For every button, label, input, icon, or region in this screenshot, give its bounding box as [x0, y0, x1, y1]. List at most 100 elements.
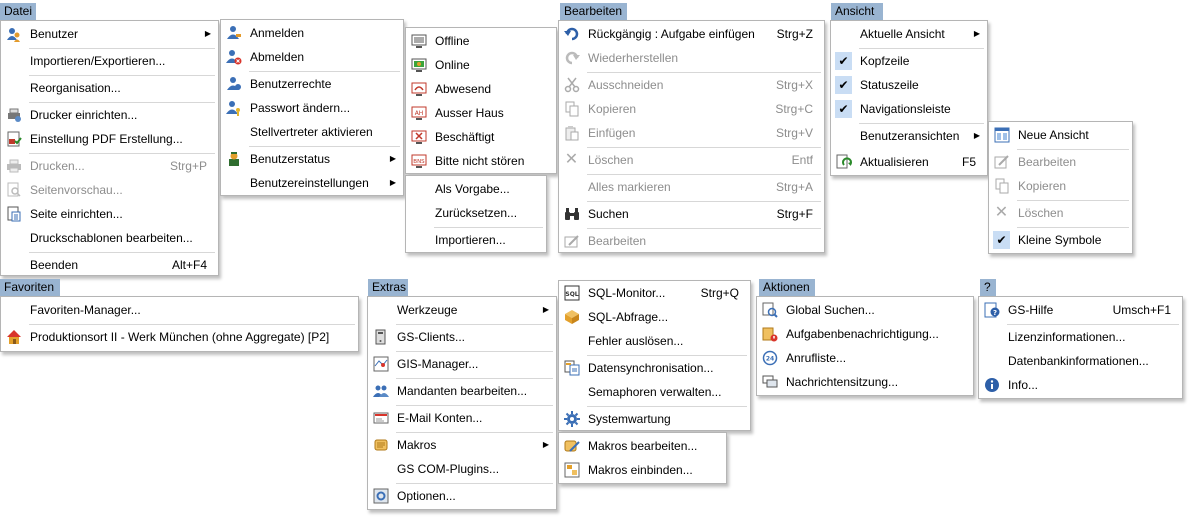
menu-item-gs-hilfe[interactable]: ? GS-Hilfe Umsch+F1	[979, 298, 1182, 322]
menu-item-einstellungen-importieren[interactable]: Importieren...	[406, 228, 546, 252]
menu-header-favoriten[interactable]: Favoriten	[0, 279, 60, 296]
submenu-benutzeransichten: Neue Ansicht Bearbeiten Kopieren ✕ Lösch…	[988, 121, 1133, 254]
menu-item-makros-einbinden[interactable]: Makros einbinden...	[559, 458, 726, 482]
menu-item-druckschablonen[interactable]: Druckschablonen bearbeiten...	[1, 226, 218, 250]
menu-item-zuruecksetzen[interactable]: Zurücksetzen...	[406, 201, 546, 225]
menu-item-suchen[interactable]: Suchen Strg+F	[559, 202, 824, 226]
menu-item-drucker[interactable]: Drucker einrichten...	[1, 103, 218, 127]
menu-item-als-vorgabe[interactable]: Als Vorgabe...	[406, 177, 546, 201]
menu-header-ansicht[interactable]: Ansicht	[831, 3, 883, 20]
menu-item-gs-clients[interactable]: GS-Clients...	[368, 325, 556, 349]
menu-item-email-konten[interactable]: E-Mail Konten...	[368, 406, 556, 430]
menu-header-datei[interactable]: Datei	[0, 3, 36, 20]
paste-icon	[563, 125, 580, 141]
menu-item-optionen[interactable]: Optionen...	[368, 484, 556, 508]
menu-item-statuszeile[interactable]: ✔ Statuszeile	[831, 73, 987, 97]
info-icon	[983, 377, 1000, 393]
menu-item-passwort[interactable]: Passwort ändern...	[221, 96, 403, 120]
menu-item-loeschen[interactable]: ✕ Löschen Entf	[559, 148, 824, 172]
menu-header-bearbeiten[interactable]: Bearbeiten	[560, 3, 627, 20]
checkmark-icon: ✔	[835, 100, 852, 118]
menu-item-com-plugins[interactable]: GS COM-Plugins...	[368, 457, 556, 481]
edit-macro-icon	[563, 438, 580, 454]
menu-item-gis-manager[interactable]: GIS-Manager...	[368, 352, 556, 376]
menu-item-seitenvorschau[interactable]: Seitenvorschau...	[1, 178, 218, 202]
menu-item-seite-einrichten[interactable]: Seite einrichten...	[1, 202, 218, 226]
menu-item-neue-ansicht[interactable]: Neue Ansicht	[989, 123, 1132, 147]
checkmark-icon: ✔	[993, 231, 1010, 249]
menu-item-global-suchen[interactable]: Global Suchen...	[757, 298, 973, 322]
menu-item-einfuegen[interactable]: Einfügen Strg+V	[559, 121, 824, 145]
menu-item-bearbeiten[interactable]: Bearbeiten	[559, 229, 824, 253]
gear-icon	[563, 411, 580, 427]
menu-item-abmelden[interactable]: Abmelden	[221, 45, 403, 69]
new-view-icon	[993, 127, 1010, 143]
menu-item-nicht-stoeren[interactable]: BNS Bitte nicht stören	[406, 149, 556, 173]
menu-item-reorganisation[interactable]: Reorganisation...	[1, 76, 218, 100]
menu-item-ansicht-loeschen[interactable]: ✕ Löschen	[989, 201, 1132, 225]
menu-item-benutzerstatus[interactable]: Benutzerstatus ▶	[221, 147, 403, 171]
menu-item-anrufliste[interactable]: 24 Anrufliste...	[757, 346, 973, 370]
menu-header-aktionen[interactable]: Aktionen	[759, 279, 815, 296]
delete-view-icon: ✕	[994, 204, 1009, 221]
menu-item-kopfzeile[interactable]: ✔ Kopfzeile	[831, 49, 987, 73]
menu-item-datenbankinformationen[interactable]: Datenbankinformationen...	[979, 349, 1182, 373]
menu-item-info[interactable]: Info...	[979, 373, 1182, 397]
menu-item-aktuelle-ansicht[interactable]: Aktuelle Ansicht ▶	[831, 22, 987, 46]
menu-item-datensynchronisation[interactable]: Datensynchronisation...	[559, 356, 750, 380]
menu-item-benutzereinstellungen[interactable]: Benutzereinstellungen ▶	[221, 171, 403, 195]
menu-item-sql-monitor[interactable]: SQL SQL-Monitor... Strg+Q	[559, 281, 750, 305]
include-macro-icon	[563, 462, 580, 478]
task-notification-icon	[761, 326, 778, 342]
global-search-icon	[761, 302, 778, 318]
menu-item-ansicht-bearbeiten[interactable]: Bearbeiten	[989, 150, 1132, 174]
menu-item-navigationsleiste[interactable]: ✔ Navigationsleiste	[831, 97, 987, 121]
menu-item-systemwartung[interactable]: Systemwartung	[559, 407, 750, 431]
menu-item-benutzer[interactable]: Benutzer ▶	[1, 22, 218, 46]
menu-header-hilfe[interactable]: ?	[980, 279, 996, 296]
menu-item-online[interactable]: Online	[406, 53, 556, 77]
menu-item-kleine-symbole[interactable]: ✔ Kleine Symbole	[989, 228, 1132, 252]
menu-item-favoriten-manager[interactable]: Favoriten-Manager...	[1, 298, 358, 322]
menu-item-anmelden[interactable]: Anmelden	[221, 21, 403, 45]
menu-item-ausschneiden[interactable]: Ausschneiden Strg+X	[559, 73, 824, 97]
menu-item-fehler-ausloesen[interactable]: Fehler auslösen...	[559, 329, 750, 353]
menu-item-nachrichtensitzung[interactable]: Nachrichtensitzung...	[757, 370, 973, 394]
menu-item-wiederherstellen[interactable]: Wiederherstellen	[559, 46, 824, 70]
menu-item-abwesend[interactable]: Abwesend	[406, 77, 556, 101]
refresh-icon	[835, 154, 852, 170]
status-away-icon	[410, 81, 427, 97]
user-status-icon	[225, 151, 242, 167]
menu-item-mandanten[interactable]: Mandanten bearbeiten...	[368, 379, 556, 403]
svg-text:BNS: BNS	[413, 159, 425, 165]
menu-item-benutzerrechte[interactable]: Benutzerrechte	[221, 72, 403, 96]
menu-item-kopieren[interactable]: Kopieren Strg+C	[559, 97, 824, 121]
menu-header-extras[interactable]: Extras	[368, 279, 408, 296]
menu-item-aufgabenbenachrichtigung[interactable]: Aufgabenbenachrichtigung...	[757, 322, 973, 346]
home-icon	[5, 329, 22, 345]
menu-item-pdf[interactable]: Einstellung PDF Erstellung...	[1, 127, 218, 151]
menu-item-beenden[interactable]: Beenden Alt+F4	[1, 253, 218, 277]
menu-item-produktionsort[interactable]: Produktionsort II - Werk München (ohne A…	[1, 325, 358, 349]
checkmark-icon: ✔	[835, 76, 852, 94]
menu-item-beschaeftigt[interactable]: Beschäftigt	[406, 125, 556, 149]
menu-item-importieren[interactable]: Importieren/Exportieren...	[1, 49, 218, 73]
menu-item-drucken[interactable]: Drucken... Strg+P	[1, 154, 218, 178]
menu-item-ansicht-kopieren[interactable]: Kopieren	[989, 174, 1132, 198]
menu-item-ausser-haus[interactable]: AH Ausser Haus	[406, 101, 556, 125]
menu-item-semaphoren[interactable]: Semaphoren verwalten...	[559, 380, 750, 404]
menu-item-rueckgaengig[interactable]: Rückgängig : Aufgabe einfügen Strg+Z	[559, 22, 824, 46]
menu-item-werkzeuge[interactable]: Werkzeuge ▶	[368, 298, 556, 322]
menu-item-alles-markieren[interactable]: Alles markieren Strg+A	[559, 175, 824, 199]
sql-query-icon	[563, 309, 580, 325]
menu-item-makros-bearbeiten[interactable]: Makros bearbeiten...	[559, 434, 726, 458]
menu-item-lizenzinformationen[interactable]: Lizenzinformationen...	[979, 325, 1182, 349]
menu-item-makros[interactable]: Makros ▶	[368, 433, 556, 457]
menu-item-stellvertreter[interactable]: Stellvertreter aktivieren	[221, 120, 403, 144]
copy-view-icon	[993, 178, 1010, 194]
map-icon	[372, 356, 389, 372]
menu-item-benutzeransichten[interactable]: Benutzeransichten ▶	[831, 124, 987, 148]
menu-item-sql-abfrage[interactable]: SQL-Abfrage...	[559, 305, 750, 329]
menu-item-aktualisieren[interactable]: Aktualisieren F5	[831, 150, 987, 174]
menu-item-offline[interactable]: Offline	[406, 29, 556, 53]
